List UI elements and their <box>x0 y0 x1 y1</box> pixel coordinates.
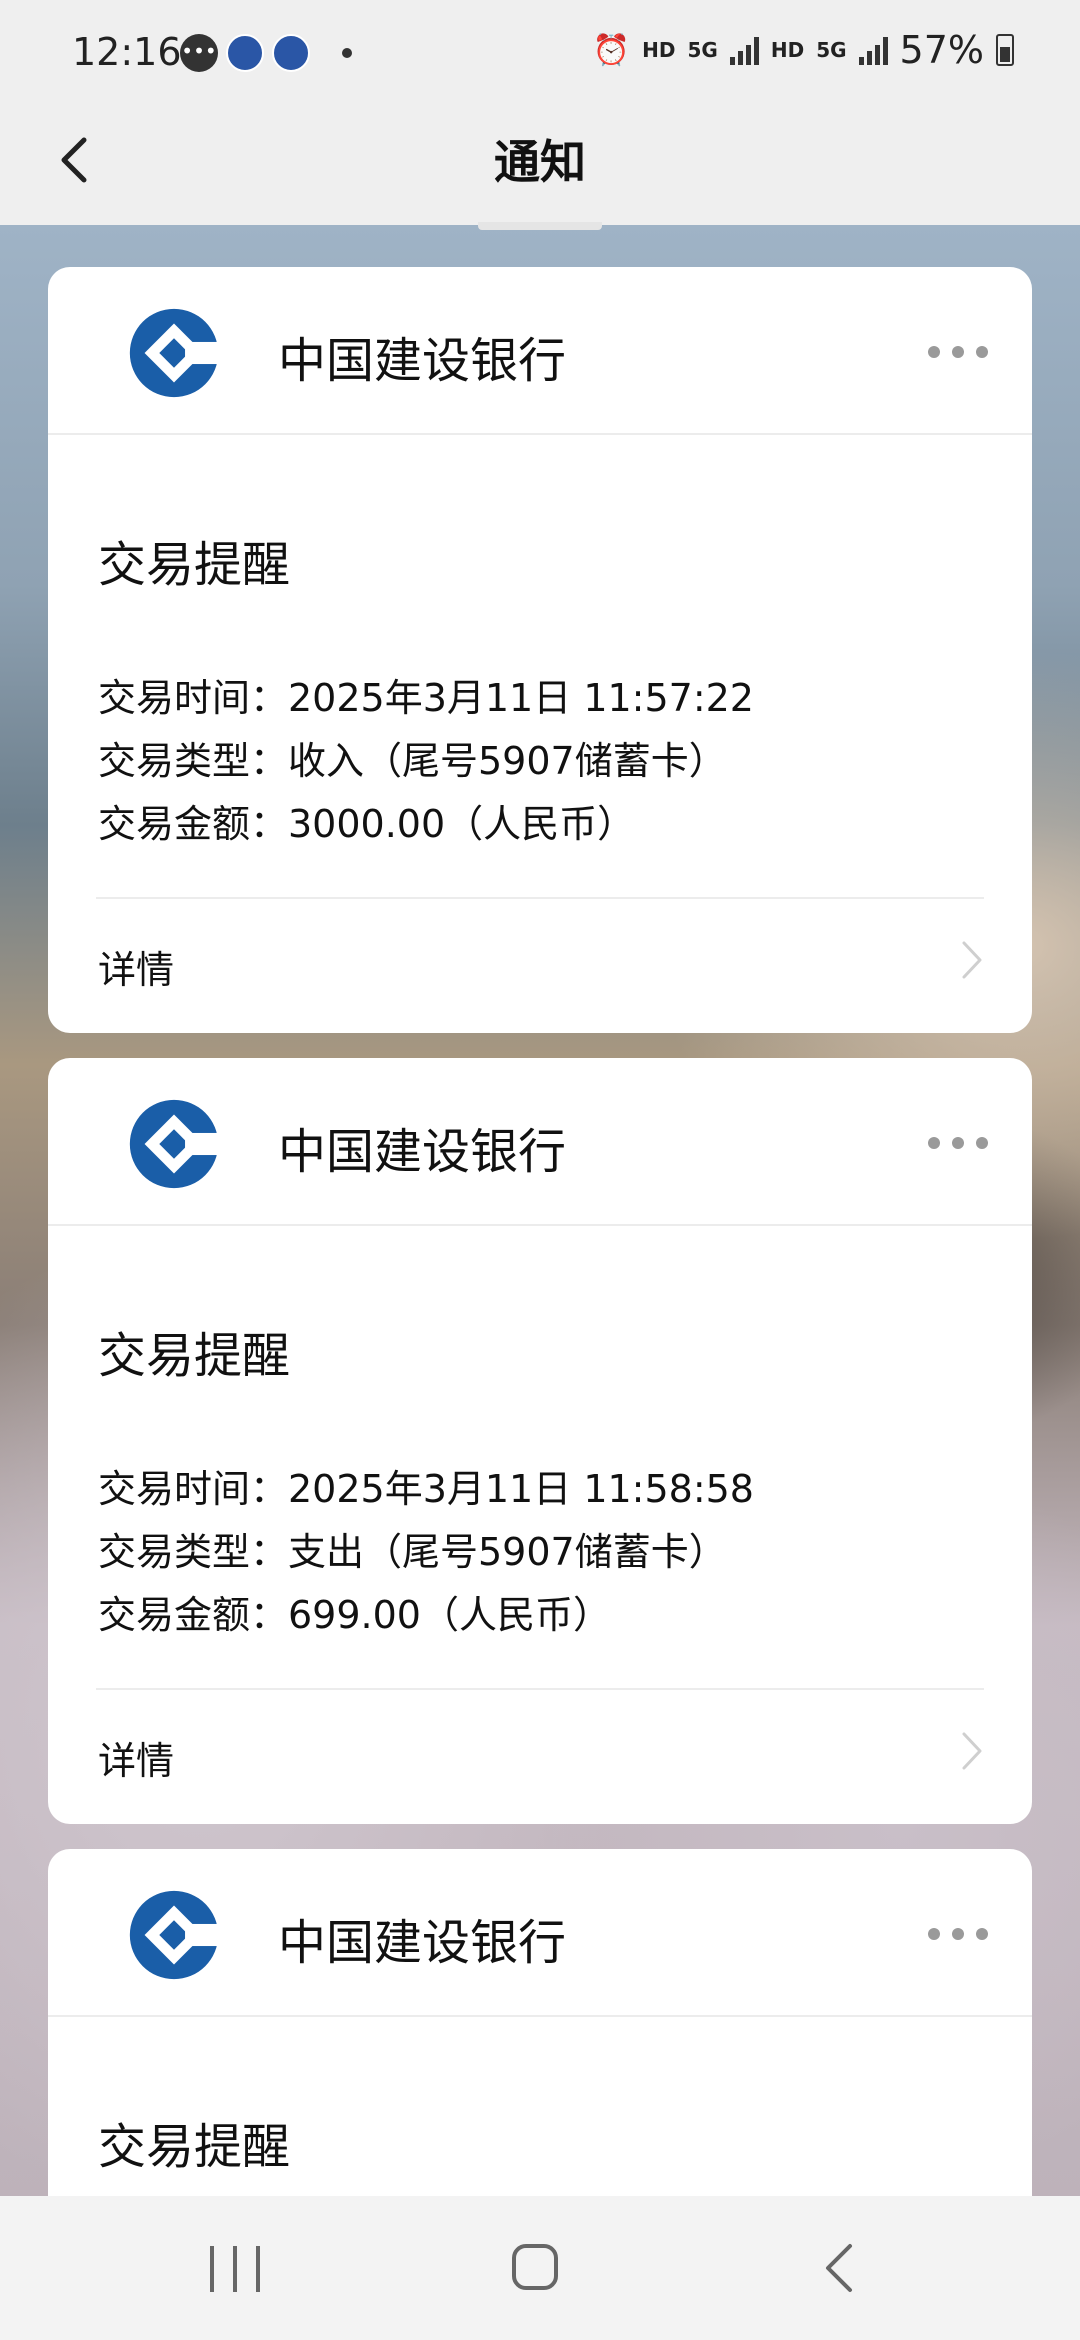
pull-indicator <box>478 222 602 230</box>
more-options-button[interactable] <box>928 1128 988 1158</box>
chevron-right-icon[interactable] <box>952 935 992 985</box>
notification-card[interactable]: 中国建设银行 交易提醒 交易时间：2025年3月11日 11:58:58 交易类… <box>48 1058 1032 1824</box>
transaction-fields: 交易时间：2025年3月11日 11:57:22 交易类型：收入（尾号5907储… <box>98 667 754 856</box>
notification-card[interactable]: 中国建设银行 交易提醒 交易时间：2025年3月11日 11:57:22 交易类… <box>48 267 1032 1033</box>
status-right: ⏰ HD 5G HD 5G 57% <box>593 28 1014 72</box>
hd-label: HD <box>770 38 805 62</box>
card-header: 中国建设银行 <box>48 1849 1032 2017</box>
transaction-amount: 交易金额：699.00（人民币） <box>98 1593 611 1637</box>
more-notifications-dot <box>342 48 352 58</box>
app-header: 通知 <box>0 100 1080 225</box>
system-back-button[interactable] <box>820 2240 860 2296</box>
transaction-time: 交易时间：2025年3月11日 11:57:22 <box>98 676 754 720</box>
notification-icons: ••• <box>180 34 352 72</box>
hd-label: HD <box>642 38 676 62</box>
ccb-logo-icon <box>129 1890 220 1980</box>
ccb-logo-icon <box>129 308 220 398</box>
network-label: 5G <box>816 38 847 62</box>
divider <box>96 897 984 899</box>
recents-button[interactable] <box>210 2246 260 2292</box>
card-header: 中国建设银行 <box>48 1058 1032 1226</box>
dot-icon <box>976 1137 988 1149</box>
dot-icon <box>928 1928 940 1940</box>
transaction-time: 交易时间：2025年3月11日 11:58:58 <box>98 1467 754 1511</box>
card-header: 中国建设银行 <box>48 267 1032 435</box>
divider <box>96 1688 984 1690</box>
card-title: 交易提醒 <box>98 2119 291 2175</box>
status-bar: 12:16 ••• ⏰ HD 5G HD 5G 57% <box>0 0 1080 100</box>
network-label: 5G <box>687 38 718 62</box>
bank-name: 中国建设银行 <box>278 1124 567 1180</box>
battery-icon <box>996 34 1014 66</box>
bank-name: 中国建设银行 <box>278 1915 567 1971</box>
dot-icon <box>928 1137 940 1149</box>
alarm-icon: ⏰ <box>592 32 631 68</box>
app-notification-icon <box>272 34 310 72</box>
card-title: 交易提醒 <box>98 537 291 593</box>
chevron-right-icon[interactable] <box>952 1726 992 1776</box>
signal-icon <box>729 35 759 65</box>
more-options-button[interactable] <box>928 1919 988 1949</box>
dot-icon <box>976 1928 988 1940</box>
signal-icon <box>858 35 888 65</box>
details-link[interactable]: 详情 <box>98 1730 174 1785</box>
dot-icon <box>952 346 964 358</box>
transaction-type: 交易类型：收入（尾号5907储蓄卡） <box>98 739 727 783</box>
bar-icon <box>210 2246 214 2292</box>
details-link[interactable]: 详情 <box>98 939 174 994</box>
dot-icon <box>952 1928 964 1940</box>
ccb-logo-icon <box>129 1099 220 1189</box>
bank-name: 中国建设银行 <box>278 333 567 389</box>
more-options-button[interactable] <box>928 337 988 367</box>
battery-percent: 57% <box>899 28 984 72</box>
home-button[interactable] <box>512 2244 558 2290</box>
page-title: 通知 <box>494 135 586 189</box>
app-notification-icon <box>226 34 264 72</box>
card-title: 交易提醒 <box>98 1328 291 1384</box>
transaction-amount: 交易金额：3000.00（人民币） <box>98 802 636 846</box>
dot-icon <box>976 346 988 358</box>
transaction-type: 交易类型：支出（尾号5907储蓄卡） <box>98 1530 727 1574</box>
bar-icon <box>256 2246 260 2292</box>
status-time: 12:16 <box>72 30 182 74</box>
transaction-fields: 交易时间：2025年3月11日 11:58:58 交易类型：支出（尾号5907储… <box>98 1458 754 1647</box>
bar-icon <box>233 2246 237 2292</box>
dot-icon <box>952 1137 964 1149</box>
dot-icon <box>928 346 940 358</box>
chat-bubble-icon: ••• <box>180 34 218 72</box>
system-nav-bar <box>0 2196 1080 2340</box>
